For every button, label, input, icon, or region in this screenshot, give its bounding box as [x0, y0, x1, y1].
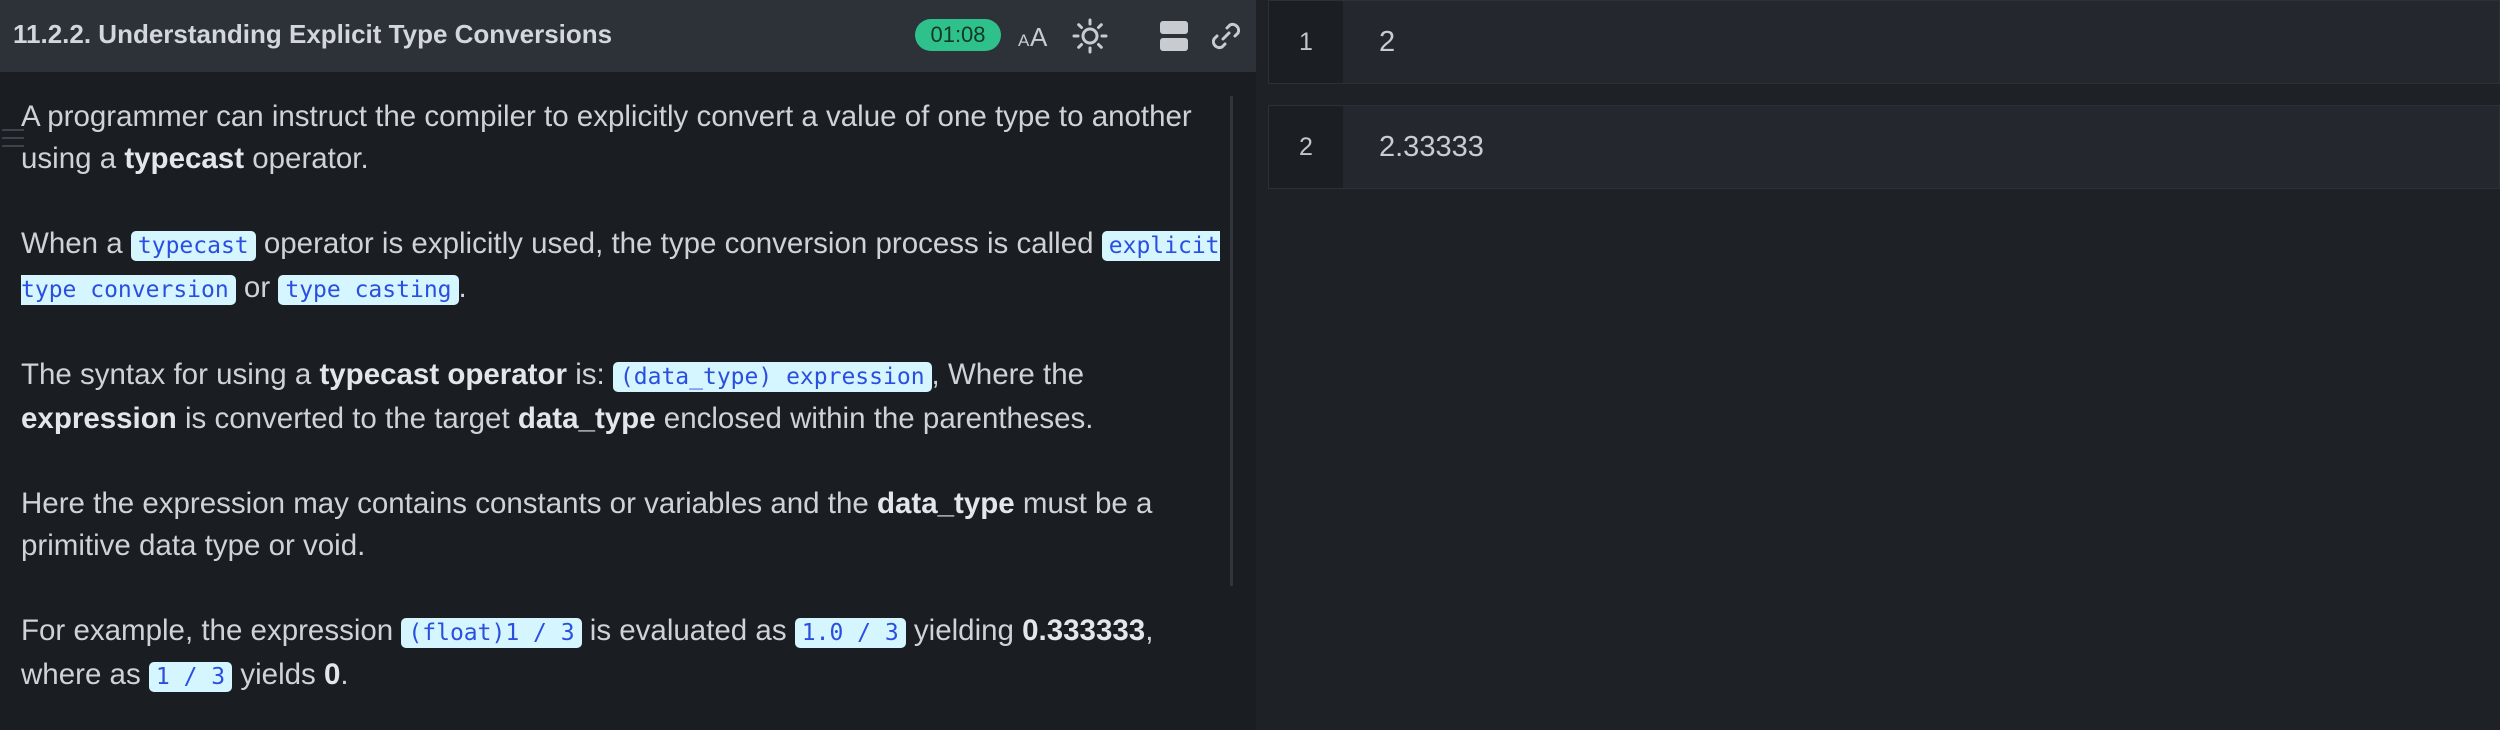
paragraph-4: Here the expression may contains constan… [21, 483, 1221, 567]
text: Here the expression may contains constan… [21, 487, 877, 520]
inline-code: (float)1 / 3 [401, 618, 582, 648]
bold-term: 0 [323, 658, 341, 691]
paragraph-5: For example, the expression (float)1 / 3… [21, 610, 1221, 698]
text: yielding [905, 614, 1023, 647]
inline-code: type casting [278, 275, 459, 305]
theme-toggle-icon[interactable] [1071, 17, 1109, 55]
text: The syntax for using a [21, 358, 320, 391]
text: or [235, 271, 279, 304]
svg-text:A: A [1030, 22, 1048, 52]
lesson-title: 11.2.2. Understanding Explicit Type Conv… [13, 19, 613, 49]
text: operator is explicitly used, the type co… [255, 227, 1102, 260]
text: For example, the expression [21, 614, 402, 647]
inline-code: typecast [130, 231, 256, 261]
paragraph-3: The syntax for using a typecast operator… [21, 354, 1221, 440]
link-icon[interactable] [1207, 17, 1245, 55]
text: enclosed within the parentheses. [655, 402, 1094, 435]
content-scrollbar[interactable] [1230, 96, 1233, 586]
text: . [340, 658, 349, 691]
bold-term: 0.333333 [1022, 614, 1146, 647]
inline-code: 1.0 / 3 [794, 618, 906, 648]
output-panel: 1 2 2 2.33333 [1262, 0, 2500, 730]
text: When a [21, 227, 131, 260]
bold-term: typecast operator [319, 358, 567, 391]
output-row-value: 2.33333 [1379, 130, 1484, 163]
output-row: 2 2.33333 [1268, 105, 2500, 189]
inline-code: 1 / 3 [148, 662, 233, 692]
text: is: [567, 358, 613, 391]
bold-term: typecast [124, 142, 245, 175]
timer-badge[interactable]: 01:08 [915, 19, 1001, 51]
bold-term: expression [21, 402, 177, 435]
bold-term: data_type [876, 487, 1015, 520]
paragraph-1: A programmer can instruct the compiler t… [21, 96, 1221, 180]
output-row: 1 2 [1268, 0, 2500, 84]
svg-text:A: A [1018, 31, 1030, 50]
output-row-number: 1 [1269, 1, 1343, 83]
text: yields [232, 658, 324, 691]
lesson-header: 11.2.2. Understanding Explicit Type Conv… [0, 0, 1256, 72]
bold-term: data_type [517, 402, 656, 435]
paragraph-2: When a typecast operator is explicitly u… [21, 223, 1221, 311]
text: operator. [244, 142, 369, 175]
output-row-number: 2 [1269, 106, 1343, 188]
text: , Where the [931, 358, 1085, 391]
lesson-content: A programmer can instruct the compiler t… [21, 96, 1221, 730]
output-row-value: 2 [1379, 25, 1396, 58]
lesson-panel: 11.2.2. Understanding Explicit Type Conv… [0, 0, 1256, 730]
text: is converted to the target [176, 402, 518, 435]
font-size-icon[interactable]: A A [1016, 17, 1054, 55]
text: . [458, 271, 467, 304]
inline-code: (data_type) expression [612, 362, 932, 392]
text: is evaluated as [581, 614, 795, 647]
layout-icon[interactable] [1155, 17, 1193, 55]
